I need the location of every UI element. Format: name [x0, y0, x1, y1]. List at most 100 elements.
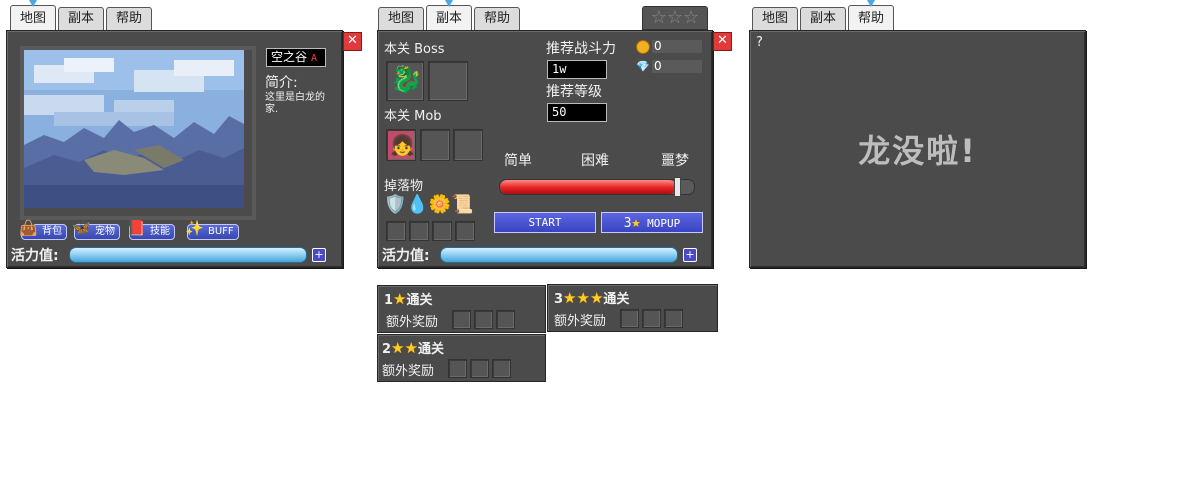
- boss-slot-empty[interactable]: [428, 61, 468, 101]
- coin-value: 0: [654, 39, 662, 53]
- tab-dungeon[interactable]: 副本: [426, 0, 473, 30]
- reward-slot[interactable]: [620, 309, 639, 328]
- energy-bar: [69, 247, 307, 263]
- reward-title: 3★★★通关: [554, 289, 630, 307]
- help-panel-tabs: 地图 副本 帮助: [752, 0, 895, 30]
- reward-extra-label: 额外奖励: [386, 315, 439, 330]
- coin-value-box: 0: [652, 40, 702, 53]
- tab-help[interactable]: 帮助: [106, 7, 153, 30]
- intro-title: 简介:: [265, 75, 298, 91]
- pet-label: 宠物: [95, 226, 115, 237]
- tab-map[interactable]: 地图: [10, 0, 57, 30]
- map-close-button[interactable]: ✕: [343, 32, 362, 51]
- bag-button[interactable]: 👜 背包: [19, 221, 67, 240]
- difficulty-slider-handle[interactable]: [674, 177, 681, 197]
- tab-gem-icon: [867, 0, 876, 7]
- tab-help[interactable]: 帮助: [848, 0, 895, 30]
- map-landscape-image: [24, 50, 244, 208]
- reward-slot[interactable]: [492, 359, 511, 378]
- reward-title: 1★通关: [384, 290, 433, 308]
- drop-slot[interactable]: [386, 221, 406, 241]
- energy-label: 活力值:: [11, 248, 59, 264]
- dungeon-stars-rating: ☆☆☆: [642, 6, 708, 30]
- tab-map-label: 地图: [762, 11, 789, 26]
- reward-slot[interactable]: [664, 309, 683, 328]
- reward-slot[interactable]: [470, 359, 489, 378]
- start-label: START: [528, 216, 562, 229]
- reward-slot[interactable]: [448, 359, 467, 378]
- boss-slot[interactable]: 🐉: [386, 61, 424, 101]
- energy-plus-button[interactable]: +: [312, 248, 326, 262]
- flower-icon[interactable]: 🌼: [429, 194, 451, 215]
- tab-map[interactable]: 地图: [378, 7, 425, 30]
- energy-plus-button[interactable]: +: [683, 248, 697, 262]
- help-message: 龙没啦!: [858, 132, 977, 170]
- star-icon: ★: [589, 289, 604, 307]
- buff-button[interactable]: ✨ BUFF: [185, 221, 239, 240]
- dungeon-close-button[interactable]: ✕: [713, 32, 732, 51]
- location-name-box: 空之谷 A: [266, 48, 326, 67]
- tab-dungeon-label: 副本: [810, 11, 837, 26]
- star-icon: ★: [631, 213, 641, 231]
- boss-label: 本关 Boss: [384, 42, 445, 57]
- dungeon-panel-tabs: 地图 副本 帮助: [378, 0, 521, 30]
- bag-label: 背包: [42, 226, 62, 237]
- drop-slot[interactable]: [432, 221, 452, 241]
- location-name: 空之谷: [271, 50, 308, 64]
- mob-slot[interactable]: 👧: [386, 129, 416, 161]
- level-value: 50: [547, 103, 607, 122]
- tab-dungeon[interactable]: 副本: [800, 7, 847, 30]
- drop-slot[interactable]: [455, 221, 475, 241]
- tab-help-label: 帮助: [858, 11, 885, 26]
- pet-icon: 🦋: [72, 219, 91, 237]
- intro-text: 这里是白龙的家.: [265, 92, 325, 115]
- difficulty-slider-fill: [500, 180, 676, 194]
- difficulty-hard[interactable]: 困难: [581, 150, 609, 170]
- star-icon: ★: [563, 289, 577, 307]
- dragon-icon: 🐉: [390, 65, 423, 95]
- scroll-icon[interactable]: 📜: [451, 194, 473, 215]
- map-image: [20, 46, 256, 220]
- start-button[interactable]: START: [494, 212, 596, 233]
- tab-help-label: 帮助: [116, 11, 143, 26]
- mob-slot-empty[interactable]: [420, 129, 450, 161]
- star-icon: ★: [576, 289, 590, 307]
- tab-dungeon-label: 副本: [436, 11, 463, 26]
- tab-dungeon[interactable]: 副本: [58, 7, 105, 30]
- tab-help[interactable]: 帮助: [474, 7, 521, 30]
- mob-slot-empty[interactable]: [453, 129, 483, 161]
- difficulty-easy[interactable]: 简单: [504, 150, 532, 170]
- difficulty-nightmare[interactable]: 噩梦: [661, 150, 689, 170]
- drop-items: 🛡️💧🌼📜: [384, 194, 474, 216]
- star-icon: ★: [391, 339, 405, 357]
- star-icon: ★: [393, 290, 407, 308]
- skill-button[interactable]: 📕 技能: [127, 221, 175, 240]
- buff-label: BUFF: [208, 226, 234, 237]
- reward-slot[interactable]: [642, 309, 661, 328]
- tab-map-label: 地图: [20, 11, 47, 26]
- reward-slot[interactable]: [474, 310, 493, 329]
- reward-title: 2★★通关: [382, 339, 444, 357]
- energy-bar: [440, 247, 678, 263]
- map-panel: 空之谷 A 简介: 这里是白龙的家. 👜 背包 🦋 宠物 📕 技能 ✨ BUFF 活力值:…: [6, 30, 343, 268]
- mob-label: 本关 Mob: [384, 109, 442, 124]
- tab-gem-icon: [29, 0, 37, 7]
- shield-icon[interactable]: 🛡️: [384, 194, 406, 215]
- mopup-count: 3: [623, 216, 632, 231]
- pet-button[interactable]: 🦋 宠物: [72, 219, 120, 240]
- help-question-mark: ?: [756, 35, 763, 50]
- dungeon-panel: 本关 Boss 🐉 本关 Mob 👧 掉落物 🛡️💧🌼📜 推荐战斗力 1w 推荐…: [377, 30, 713, 268]
- reward-one-star: 1★通关 额外奖励: [377, 285, 546, 333]
- reward-slot[interactable]: [496, 310, 515, 329]
- reward-slot[interactable]: [452, 310, 471, 329]
- gem-icon[interactable]: 💧: [406, 194, 428, 215]
- reward-extra-label: 额外奖励: [554, 314, 607, 329]
- tab-map[interactable]: 地图: [752, 7, 799, 30]
- tab-help-label: 帮助: [484, 11, 511, 26]
- skill-label: 技能: [150, 226, 170, 237]
- drop-slot[interactable]: [409, 221, 429, 241]
- reward-extra-label: 额外奖励: [382, 364, 435, 379]
- mopup-button[interactable]: 3★ MOPUP: [601, 212, 703, 233]
- gem-value: 0: [654, 59, 662, 73]
- gem-value-box: 0: [652, 60, 702, 73]
